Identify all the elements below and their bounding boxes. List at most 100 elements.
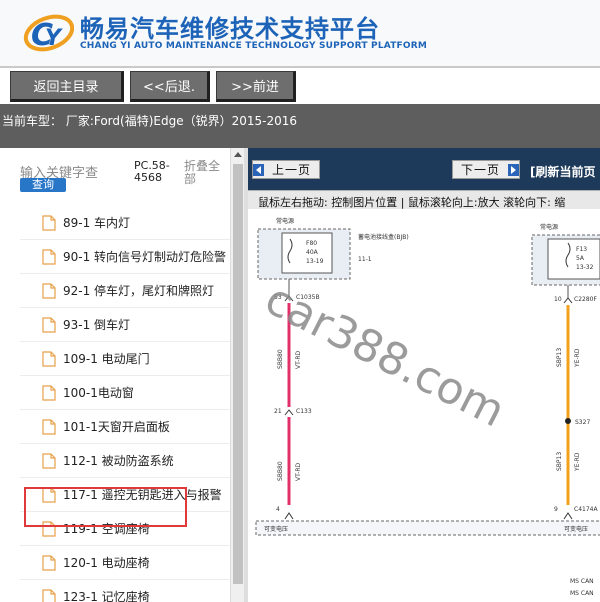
search-area: 输入关键字查 查询 PC.58-4568 折叠全部 xyxy=(0,148,230,198)
module-box xyxy=(255,520,600,536)
vertical-scrollbar[interactable] xyxy=(230,148,244,602)
tree-item[interactable]: 89-1 车内灯 xyxy=(20,206,230,240)
tree-item-label: 109-1 电动尾门 xyxy=(63,352,150,366)
document-icon xyxy=(42,214,56,231)
wiring-diagram-svg: 常电源 F80 40A 13-19 蓄电池接线盒(BJB) 11-1 常电源 F… xyxy=(255,217,600,597)
right-wire-2-code: SBP13 xyxy=(556,452,563,471)
tree-item[interactable]: 100-1电动窗 xyxy=(20,376,230,410)
tree-item-label: 92-1 停车灯，尾灯和牌照灯 xyxy=(63,284,215,298)
svg-text:Y: Y xyxy=(45,26,63,51)
tree-item-label: 112-1 被动防盗系统 xyxy=(63,454,174,468)
left-pin-4: 4 xyxy=(276,506,280,513)
right-wire-1-code: SBP13 xyxy=(556,348,563,367)
document-icon xyxy=(42,384,56,401)
left-fuse-rating: 40A xyxy=(306,249,319,256)
right-power-label: 常电源 xyxy=(540,223,558,231)
right-wire-1-color: YE-RD xyxy=(574,348,581,368)
query-button[interactable]: 查询 xyxy=(20,178,66,192)
arrow-left-icon xyxy=(253,163,264,176)
left-pin-21: 21 xyxy=(274,408,282,415)
app-window: C Y 畅易汽车维修技术支持平台 CHANG YI AUTO MAINTENAN… xyxy=(0,0,600,602)
tree-item[interactable]: 120-1 电动座椅 xyxy=(20,546,230,580)
prev-page-button[interactable]: 上一页 xyxy=(252,160,320,179)
document-icon xyxy=(42,554,56,571)
left-connector-c133: C133 xyxy=(296,408,312,415)
splice-s327 xyxy=(565,418,571,424)
bottom-left-label: 可变电压 xyxy=(264,525,288,533)
tree-item-label: 101-1天窗开启面板 xyxy=(63,420,170,434)
left-wire-2-code: SBB80 xyxy=(277,461,284,481)
next-page-label: 下一页 xyxy=(460,163,500,177)
right-connector-c4174a: C4174A xyxy=(574,506,598,513)
left-bottom-connector-icon xyxy=(284,512,294,520)
right-connector-c2280f: C2280F xyxy=(574,296,597,303)
arrow-right-icon xyxy=(508,163,519,176)
right-fuse-id: F13 xyxy=(576,246,587,253)
viewer-hint-bar: 鼠标左右拖动: 控制图片位置 | 鼠标滚轮向上:放大 滚轮向下: 缩 xyxy=(248,190,600,209)
document-icon xyxy=(42,350,56,367)
document-icon xyxy=(42,248,56,265)
left-fuse-id: F80 xyxy=(306,240,317,247)
tree-item[interactable]: 101-1天窗开启面板 xyxy=(20,410,230,444)
nav-toolbar: 返回主目录 <<后退. >>前进 xyxy=(0,66,600,104)
site-header: C Y 畅易汽车维修技术支持平台 CHANG YI AUTO MAINTENAN… xyxy=(0,0,600,66)
tree-item-label: 89-1 车内灯 xyxy=(63,216,131,230)
document-icon xyxy=(42,418,56,435)
left-panel: 输入关键字查 查询 PC.58-4568 折叠全部 89-1 车内灯 90-1 转… xyxy=(0,148,248,602)
document-icon xyxy=(42,452,56,469)
tree-item[interactable]: 109-1 电动尾门 xyxy=(20,342,230,376)
tree-item-label: 90-1 转向信号灯制动灯危险警 xyxy=(63,250,227,264)
document-icon xyxy=(42,316,56,333)
right-pin-10: 10 xyxy=(554,296,562,303)
refresh-page-button[interactable]: [刷新当前页 xyxy=(530,163,596,180)
left-box-desc: 蓄电池接线盒(BJB) xyxy=(358,233,409,241)
right-fuse-ref: 13-32 xyxy=(576,264,594,271)
scroll-up-icon[interactable] xyxy=(234,152,242,157)
right-splice-label: S327 xyxy=(575,419,590,426)
right-fuse-inner xyxy=(547,238,600,280)
cy-logo-icon: C Y xyxy=(23,14,74,53)
ms-can-1: MS CAN xyxy=(570,578,594,585)
right-connector-icon xyxy=(563,297,573,304)
document-icon xyxy=(42,588,56,602)
scroll-thumb[interactable] xyxy=(233,164,243,584)
site-title: 畅易汽车维修技术支持平台 xyxy=(80,15,380,43)
left-power-label: 常电源 xyxy=(276,217,294,225)
tree-list: 89-1 车内灯 90-1 转向信号灯制动灯危险警 92-1 停车灯，尾灯和牌照灯 9… xyxy=(20,206,230,602)
tree-item-label: 123-1 记忆座椅 xyxy=(63,590,150,602)
wiring-diagram[interactable]: 常电源 F80 40A 13-19 蓄电池接线盒(BJB) 11-1 常电源 F… xyxy=(248,209,600,602)
tree-item-label: 100-1电动窗 xyxy=(63,386,134,400)
next-page-button[interactable]: 下一页 xyxy=(452,160,520,179)
right-bottom-connector-icon xyxy=(563,512,573,520)
tree-item[interactable]: 90-1 转向信号灯制动灯危险警 xyxy=(20,240,230,274)
bottom-right-label: 可变电压 xyxy=(564,525,588,533)
forward-button[interactable]: >>前进 xyxy=(216,71,296,102)
tree-item[interactable]: 112-1 被动防盗系统 xyxy=(20,444,230,478)
left-wire-2-color: VT-RD xyxy=(295,462,302,481)
site-subtitle: CHANG YI AUTO MAINTENANCE TECHNOLOGY SUP… xyxy=(80,41,428,51)
current-model-bar: 当前车型： 厂家:Ford(福特)Edge（锐界）2015-2016 xyxy=(0,104,600,148)
home-button[interactable]: 返回主目录 xyxy=(10,71,124,102)
current-model-text: 当前车型： 厂家:Ford(福特)Edge（锐界）2015-2016 xyxy=(2,114,297,128)
left-box-desc-sub: 11-1 xyxy=(358,256,372,263)
back-button[interactable]: <<后退. xyxy=(130,71,210,102)
left-wire-1-color: VT-RD xyxy=(295,350,302,369)
prev-page-label: 上一页 xyxy=(271,163,311,177)
tree-item-label: 93-1 倒车灯 xyxy=(63,318,131,332)
tree-item[interactable]: 123-1 记忆座椅 xyxy=(20,580,230,602)
left-connector-2-icon xyxy=(284,409,294,416)
viewer-panel: 上一页 下一页 [刷新当前页 鼠标左右拖动: 控制图片位置 | 鼠标滚轮向上:放… xyxy=(248,148,600,602)
left-fuse-ref: 13-19 xyxy=(306,258,324,265)
left-wire-1-code: SBB80 xyxy=(277,349,284,369)
tree-item[interactable]: 93-1 倒车灯 xyxy=(20,308,230,342)
right-fuse-rating: 5A xyxy=(576,255,585,262)
highlight-box xyxy=(24,487,187,527)
right-pin-9: 9 xyxy=(554,506,558,513)
collapse-all-button[interactable]: 折叠全部 xyxy=(184,160,228,186)
ms-can-2: MS CAN xyxy=(570,590,594,597)
document-icon xyxy=(42,282,56,299)
tree-item-label: 120-1 电动座椅 xyxy=(63,556,150,570)
right-wire-2-color: YE-RD xyxy=(574,452,581,472)
tree-item[interactable]: 92-1 停车灯，尾灯和牌照灯 xyxy=(20,274,230,308)
viewer-toolbar: 上一页 下一页 [刷新当前页 xyxy=(248,148,600,190)
